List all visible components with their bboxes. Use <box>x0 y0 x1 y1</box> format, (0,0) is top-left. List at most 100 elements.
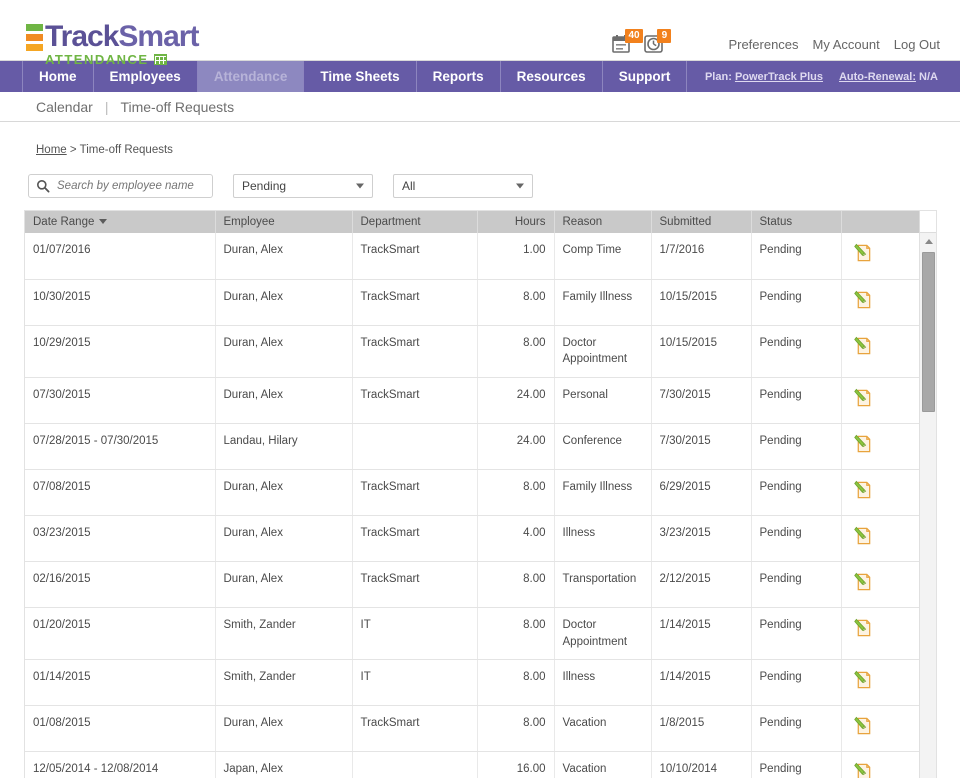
cell-department <box>352 752 477 778</box>
logo[interactable]: TrackSmart ATTENDANCE <box>26 22 198 66</box>
chevron-up-icon <box>925 239 933 244</box>
cell-date-range: 10/30/2015 <box>25 279 215 325</box>
table-row[interactable]: 07/08/2015Duran, AlexTrackSmart8.00Famil… <box>25 469 920 515</box>
renewal-label-link[interactable]: Auto-Renewal: <box>839 71 916 83</box>
cell-department: IT <box>352 660 477 706</box>
cell-actions <box>841 279 920 325</box>
table-row[interactable]: 01/07/2016Duran, AlexTrackSmart1.00Comp … <box>25 233 920 279</box>
cell-date-range: 02/16/2015 <box>25 561 215 607</box>
table-vertical-scrollbar[interactable] <box>919 233 936 778</box>
calendar-notification[interactable]: 40 <box>612 34 634 54</box>
cell-submitted: 10/10/2014 <box>651 752 751 778</box>
edit-note-icon[interactable] <box>854 571 913 592</box>
column-header-submitted[interactable]: Submitted <box>651 211 751 233</box>
edit-note-icon[interactable] <box>854 715 913 736</box>
scroll-up-button[interactable] <box>920 233 937 250</box>
cell-department: TrackSmart <box>352 233 477 279</box>
notification-group: 40 9 <box>612 34 666 54</box>
breadcrumb-home-link[interactable]: Home <box>36 144 67 156</box>
search-box[interactable] <box>28 174 213 198</box>
cell-submitted: 2/12/2015 <box>651 561 751 607</box>
table-row[interactable]: 02/16/2015Duran, AlexTrackSmart8.00Trans… <box>25 561 920 607</box>
edit-note-icon[interactable] <box>854 335 913 356</box>
column-header-reason[interactable]: Reason <box>554 211 651 233</box>
nav-item-resources[interactable]: Resources <box>501 61 603 92</box>
cell-actions <box>841 423 920 469</box>
chevron-down-icon <box>356 184 364 189</box>
cell-hours: 1.00 <box>477 233 554 279</box>
edit-note-icon[interactable] <box>854 479 913 500</box>
cell-actions <box>841 561 920 607</box>
clock-notification[interactable]: 9 <box>644 34 666 54</box>
plan-value-link[interactable]: PowerTrack Plus <box>735 71 823 83</box>
subnav-item-calendar[interactable]: Calendar <box>36 99 105 115</box>
column-header-status[interactable]: Status <box>751 211 841 233</box>
nav-item-attendance[interactable]: Attendance <box>198 61 305 92</box>
status-filter-select[interactable]: Pending <box>233 174 373 198</box>
cell-department <box>352 423 477 469</box>
cell-actions <box>841 469 920 515</box>
preferences-link[interactable]: Preferences <box>728 37 798 52</box>
cell-reason: Family Illness <box>554 279 651 325</box>
logo-grid-icon <box>154 54 167 65</box>
cell-status: Pending <box>751 233 841 279</box>
edit-note-icon[interactable] <box>854 761 913 778</box>
column-header-department[interactable]: Department <box>352 211 477 233</box>
cell-department: TrackSmart <box>352 706 477 752</box>
cell-reason: Illness <box>554 515 651 561</box>
search-input[interactable] <box>55 179 205 193</box>
edit-note-icon[interactable] <box>854 433 913 454</box>
cell-date-range: 12/05/2014 - 12/08/2014 <box>25 752 215 778</box>
table-row[interactable]: 07/30/2015Duran, AlexTrackSmart24.00Pers… <box>25 377 920 423</box>
cell-hours: 8.00 <box>477 325 554 377</box>
cell-reason: Doctor Appointment <box>554 607 651 659</box>
type-filter-select[interactable]: All <box>393 174 533 198</box>
table-row[interactable]: 03/23/2015Duran, AlexTrackSmart4.00Illne… <box>25 515 920 561</box>
subnav-separator: | <box>105 99 121 115</box>
subnav-item-time-off-requests[interactable]: Time-off Requests <box>120 99 246 115</box>
column-header-hours[interactable]: Hours <box>477 211 554 233</box>
cell-employee: Duran, Alex <box>215 561 352 607</box>
table-row[interactable]: 01/08/2015Duran, AlexTrackSmart8.00Vacat… <box>25 706 920 752</box>
cell-actions <box>841 233 920 279</box>
table-row[interactable]: 01/14/2015Smith, ZanderIT8.00Illness1/14… <box>25 660 920 706</box>
edit-note-icon[interactable] <box>854 669 913 690</box>
column-header-actions <box>841 211 920 233</box>
column-header-date-range[interactable]: Date Range <box>25 211 215 233</box>
edit-note-icon[interactable] <box>854 525 913 546</box>
cell-reason: Transportation <box>554 561 651 607</box>
column-header-employee[interactable]: Employee <box>215 211 352 233</box>
nav-item-time-sheets[interactable]: Time Sheets <box>304 61 416 92</box>
table-row[interactable]: 12/05/2014 - 12/08/2014Japan, Alex16.00V… <box>25 752 920 778</box>
cell-date-range: 07/28/2015 - 07/30/2015 <box>25 423 215 469</box>
edit-note-icon[interactable] <box>854 289 913 310</box>
edit-note-icon[interactable] <box>854 387 913 408</box>
cell-hours: 8.00 <box>477 706 554 752</box>
cell-employee: Duran, Alex <box>215 706 352 752</box>
cell-hours: 8.00 <box>477 469 554 515</box>
log-out-link[interactable]: Log Out <box>894 37 940 52</box>
scrollbar-corner <box>919 211 936 233</box>
type-filter-value: All <box>402 179 415 193</box>
cell-reason: Personal <box>554 377 651 423</box>
edit-note-icon[interactable] <box>854 242 913 263</box>
logo-tagline: ATTENDANCE <box>45 53 198 66</box>
cell-hours: 24.00 <box>477 423 554 469</box>
requests-table-container: Date Range Employee Department Hours Rea… <box>24 210 937 778</box>
nav-item-reports[interactable]: Reports <box>417 61 501 92</box>
edit-note-icon[interactable] <box>854 617 913 638</box>
table-row[interactable]: 01/20/2015Smith, ZanderIT8.00Doctor Appo… <box>25 607 920 659</box>
cell-hours: 8.00 <box>477 660 554 706</box>
filter-bar: Pending All <box>28 174 960 198</box>
table-row[interactable]: 10/29/2015Duran, AlexTrackSmart8.00Docto… <box>25 325 920 377</box>
my-account-link[interactable]: My Account <box>813 37 880 52</box>
table-header-row: Date Range Employee Department Hours Rea… <box>25 211 920 233</box>
table-row[interactable]: 07/28/2015 - 07/30/2015Landau, Hilary 24.… <box>25 423 920 469</box>
nav-item-support[interactable]: Support <box>603 61 688 92</box>
cell-employee: Landau, Hilary <box>215 423 352 469</box>
table-row[interactable]: 10/30/2015Duran, AlexTrackSmart8.00Famil… <box>25 279 920 325</box>
cell-status: Pending <box>751 515 841 561</box>
scrollbar-thumb[interactable] <box>922 252 935 412</box>
cell-submitted: 1/14/2015 <box>651 607 751 659</box>
cell-actions <box>841 325 920 377</box>
